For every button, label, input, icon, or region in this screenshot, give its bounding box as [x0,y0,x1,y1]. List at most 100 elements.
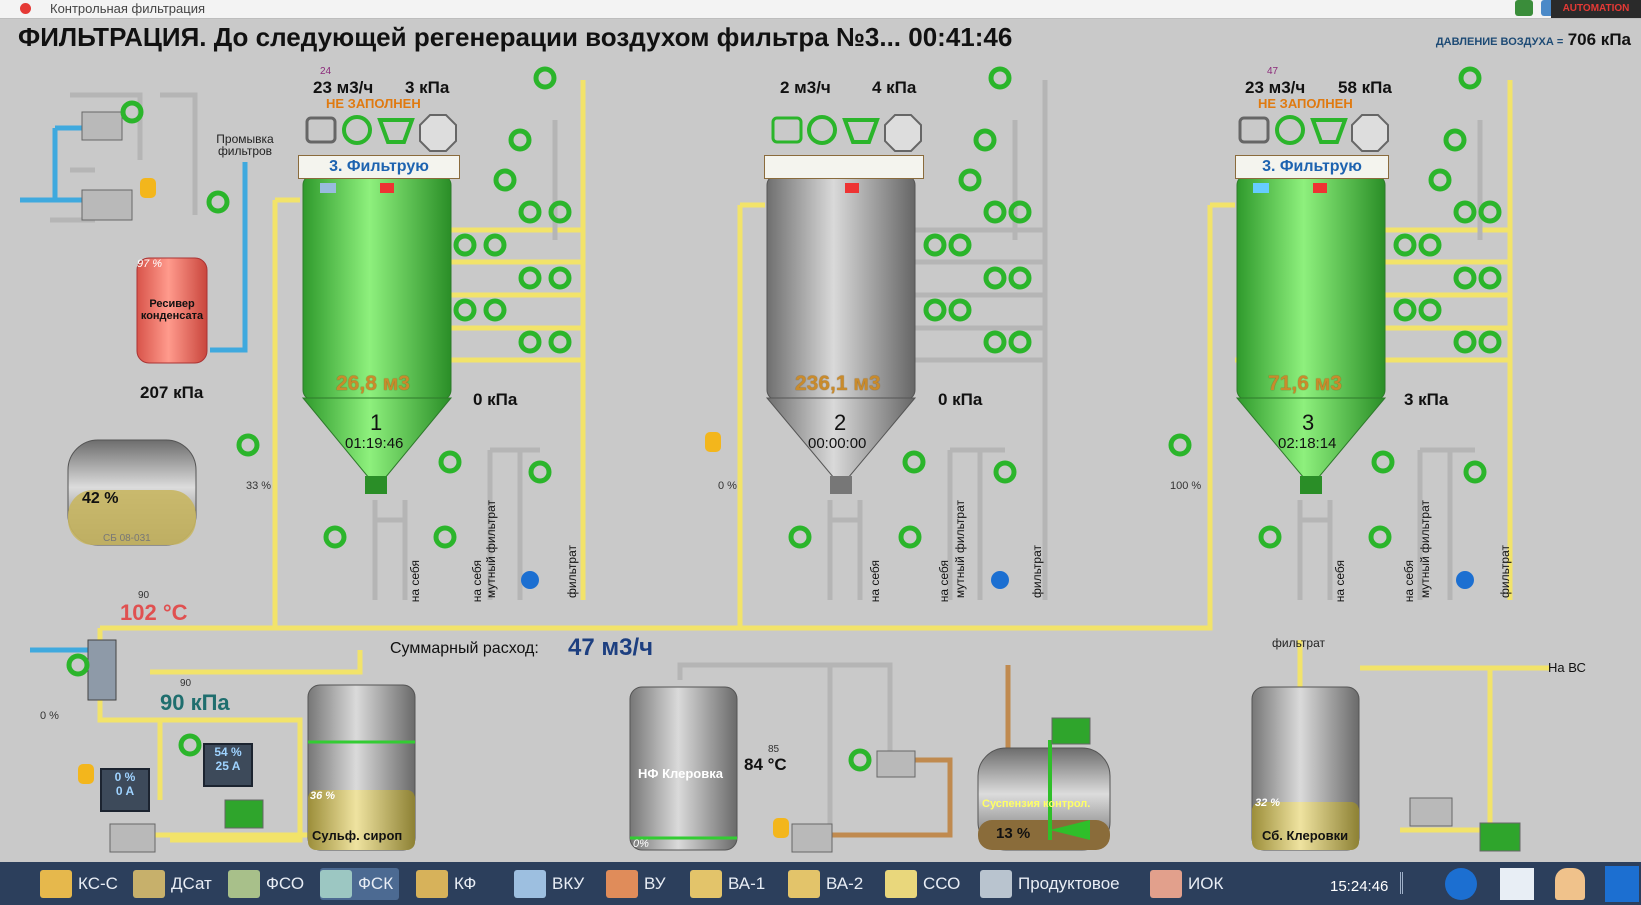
pipe-label-to-self-3: на себя [1333,560,1347,603]
receiver-level: 97 % [137,258,163,270]
filter-3-mode[interactable]: 3. Фильтрую [1235,155,1389,179]
va-1-icon [690,870,722,898]
filter-status-icons [305,114,1389,152]
heater-valve-pct: 0 % [40,710,59,722]
tab-fso[interactable]: ФСО [228,868,304,900]
heater-pressure-small: 90 [180,678,192,689]
pump-mid-amps: 25 A [215,759,241,773]
sso-icon [885,870,917,898]
ks-s-icon [40,870,72,898]
touch-icon[interactable] [1605,866,1639,902]
tab-label: КФ [454,874,477,893]
va-2-icon [788,870,820,898]
filter-3-volume: 71,6 м3 [1268,372,1342,395]
kl-tank-top-label: фильтрат [1272,636,1325,650]
filter-3-status: НЕ ЗАПОЛНЕН [1258,96,1353,111]
tab-label: КС-С [78,874,118,893]
vku-icon [514,870,546,898]
filter-1-volume: 26,8 м3 [336,372,410,395]
pump-mid-monitor[interactable]: 54 % 25 A [203,743,253,787]
filter-1-side-pressure: 0 кПа [473,390,518,409]
filter-1-flow-small: 24 [320,66,332,77]
dsat-icon [133,870,165,898]
flushing-label: Промывка фильтров [216,132,274,158]
tab-va-1[interactable]: ВА-1 [690,868,765,900]
klerovka-tank [1251,686,1360,851]
filter-2-flow: 2 м3/ч [780,78,831,97]
tab-label: ВА-2 [826,874,864,893]
nf-temp: 84 °C [744,755,787,774]
tab-vku[interactable]: ВКУ [514,868,584,900]
tab-label: ДСат [171,874,212,893]
tab-fsk[interactable]: ФСК [320,868,400,900]
susp-tank-level: 13 % [996,825,1031,842]
pipe-label-to-self-1: на себя [408,560,422,603]
filter-3-number: 3 [1302,410,1315,435]
pump-left-pct: 0 % [114,770,136,784]
heater-pressure: 90 кПа [160,690,230,715]
tab-kf[interactable]: КФ [416,868,476,900]
tab-ks-s[interactable]: КС-С [40,868,118,900]
filter-3-valve-pct: 100 % [1170,480,1202,492]
filter-3-side-pressure: 3 кПа [1404,390,1449,409]
kl-tank-name: Сб. Клеровки [1262,828,1349,843]
tab-label: ВКУ [552,874,585,893]
pipe-label-filtrate-1: фильтрат [565,545,579,598]
tab-iok[interactable]: ИОК [1150,868,1223,900]
nf-tank-level: 0% [633,838,649,850]
tab-label: Продуктовое [1018,874,1120,893]
filter-3-flow: 23 м3/ч [1245,78,1306,97]
filter-1-number: 1 [370,410,383,435]
tab-label: ССО [923,874,961,893]
vu-icon [606,870,638,898]
user-icon[interactable] [1555,868,1585,900]
tab-label: ФСО [266,874,305,893]
tab-va-2[interactable]: ВА-2 [788,868,863,900]
pump-left-monitor[interactable]: 0 % 0 A [100,768,150,812]
iok-icon [1150,870,1182,898]
fsk-icon [320,870,352,898]
filter-3-pressure: 58 кПа [1338,78,1392,97]
tab-sso[interactable]: ССО [885,868,960,900]
pipe-label-turbid-3: мутный фильтрат [1418,500,1432,599]
tab-dsat[interactable]: ДСат [133,868,212,900]
sulf-tank-name: Сульф. сироп [312,828,403,843]
taskbar-clock: 15:24:46 [1330,878,1389,895]
filter-2-pressure: 4 кПа [872,78,917,97]
filter-1-flow: 23 м3/ч [313,78,374,97]
total-flow-label: Суммарный расход: [390,640,539,657]
tab-produktovoe[interactable]: Продуктовое [980,868,1120,900]
tab-label: ВУ [644,874,666,893]
fso-icon [228,870,260,898]
sulf-tank-level: 36 % [310,790,336,802]
receiver-name: Ресивер конденсата [140,298,204,322]
tab-label: ВА-1 [728,874,766,893]
susp-tank-name: Суспензия контрол. [982,798,1091,810]
pipe-label-to-self-2: на себя [868,560,882,603]
pipe-label-to-self-2b: на себя [937,560,951,603]
pipe-label-filtrate-3: фильтрат [1498,545,1512,598]
heater-temp: 102 °C [120,600,188,625]
nf-temp-small: 85 [768,744,780,755]
receiver-pressure: 207 кПа [140,383,204,402]
filter-1-status: НЕ ЗАПОЛНЕН [326,96,421,111]
chart-icon[interactable] [1500,868,1534,900]
pipe-label-to-self-1b: на себя [470,560,484,603]
pipe-label-turbid-1: мутный фильтрат [484,500,498,599]
filter-1-mode[interactable]: 3. Фильтрую [298,155,460,179]
tab-label: ИОК [1188,874,1224,893]
filter-2-number: 2 [834,410,847,435]
pipe-label-turbid-2: мутный фильтрат [953,500,967,599]
total-flow-value: 47 м3/ч [568,634,654,661]
filter-1-pressure: 3 кПа [405,78,450,97]
sulf-syrup-tank [307,684,416,851]
taskbar: КС-С ДСат ФСО ФСК КФ ВКУ ВУ ВА-1 ВА-2 СС… [0,862,1641,905]
pump-mid-pct: 54 % [214,745,242,759]
menu-lines-icon[interactable] [1400,872,1409,894]
kl-tank-level: 32 % [1255,797,1281,809]
tab-vu[interactable]: ВУ [606,868,666,900]
gear-icon[interactable] [1445,868,1477,900]
filter-2-mode[interactable] [764,155,924,179]
sb-tank-level: 42 % [82,490,119,507]
filter-2-timer: 00:00:00 [808,435,867,452]
